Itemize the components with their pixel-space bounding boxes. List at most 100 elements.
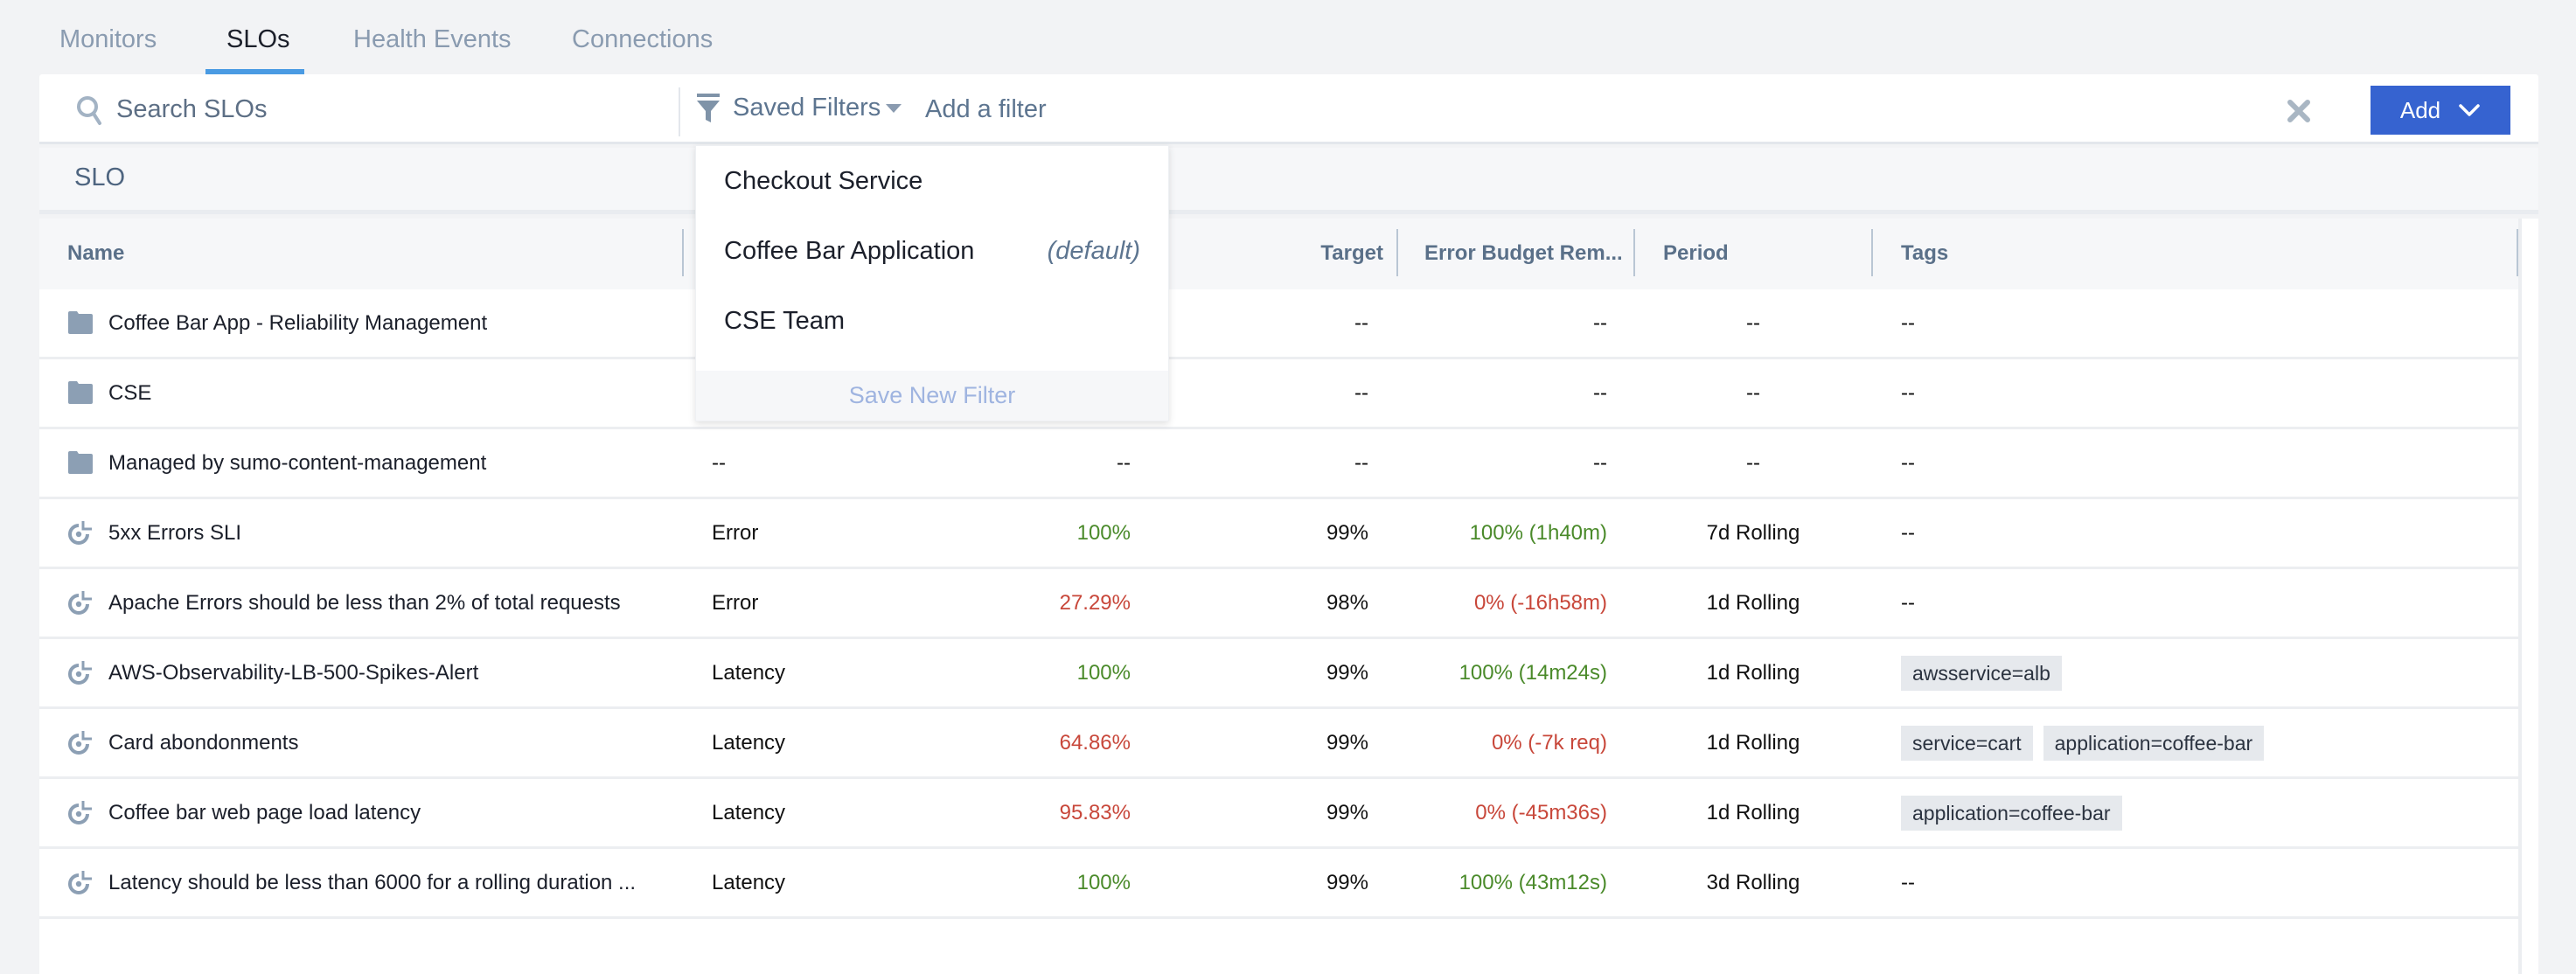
slo-error-budget: -- [1593, 310, 1607, 335]
tags-empty: -- [1901, 520, 1915, 545]
column-header-error-budget[interactable]: Error Budget Rem... [1424, 241, 1623, 266]
tab-monitors[interactable]: Monitors [59, 23, 157, 56]
tag-chip[interactable]: application=coffee-bar [2043, 725, 2265, 761]
column-header-period[interactable]: Period [1663, 241, 1729, 266]
column-header-name[interactable]: Name [67, 241, 124, 266]
table-row[interactable]: Apache Errors should be less than 2% of … [39, 569, 2518, 639]
slo-sli-value: 100% [1076, 660, 1131, 685]
chevron-down-icon [2459, 104, 2480, 116]
tag-chip[interactable]: awsservice=alb [1901, 655, 2062, 691]
table-row[interactable]: Coffee bar web page load latency Latency 9… [39, 779, 2518, 849]
slo-target: 98% [1326, 590, 1368, 615]
slo-target-icon [67, 800, 94, 824]
close-icon[interactable] [2286, 98, 2312, 124]
saved-filter-item[interactable]: Coffee Bar Application (default) [696, 216, 1168, 286]
saved-filters-menu: Checkout Service Coffee Bar Application … [695, 145, 1169, 421]
add-button[interactable]: Add [2371, 86, 2510, 135]
column-resizer[interactable] [1871, 229, 1873, 276]
slo-error-budget: -- [1593, 450, 1607, 475]
add-filter-input[interactable]: Add a filter [925, 92, 1047, 127]
slo-tags: awsservice=alb [1901, 639, 2062, 706]
tag-chip[interactable]: service=cart [1901, 725, 2033, 761]
saved-filters-button[interactable]: Saved Filters [733, 90, 881, 125]
saved-filter-item[interactable]: Checkout Service [696, 146, 1168, 216]
tab-connections[interactable]: Connections [572, 23, 713, 56]
table-row[interactable]: Managed by sumo-content-management -- -- --… [39, 429, 2518, 499]
table-row[interactable]: Coffee Bar App - Reliability Management -… [39, 289, 2518, 359]
slo-name[interactable]: CSE [108, 359, 151, 427]
slo-type: Latency [712, 800, 786, 824]
slo-name[interactable]: 5xx Errors SLI [108, 499, 241, 567]
section-header: SLO [39, 148, 2538, 214]
saved-filter-label: Checkout Service [724, 166, 923, 195]
add-button-label: Add [2399, 96, 2441, 123]
table-row[interactable]: Card abondonments Latency 64.86% 99% 0% (-7k… [39, 709, 2518, 779]
tab-slos[interactable]: SLOs [226, 23, 290, 56]
slo-tags: -- [1901, 849, 1915, 916]
default-badge: (default) [1047, 236, 1140, 265]
slo-target-icon [67, 730, 94, 755]
slo-target: -- [1354, 310, 1368, 335]
slo-target-icon [67, 520, 94, 545]
slo-period: 3d Rolling [1706, 870, 1800, 894]
slo-target: 99% [1326, 730, 1368, 755]
column-header-tags[interactable]: Tags [1901, 241, 1948, 266]
save-new-filter-button[interactable]: Save New Filter [696, 371, 1168, 421]
slo-sli-value: 95.83% [1059, 800, 1131, 824]
slo-error-budget: 100% (1h40m) [1469, 520, 1607, 545]
slo-name[interactable]: Latency should be less than 6000 for a r… [108, 849, 636, 916]
slo-target-icon [67, 660, 94, 685]
slo-tags: service=cart application=coffee-bar [1901, 709, 2265, 776]
table-row[interactable]: 5xx Errors SLI Error 100% 99% 100% (1h40m) 7d… [39, 499, 2518, 569]
caret-down-icon[interactable] [885, 103, 902, 114]
slo-tags: -- [1901, 359, 1915, 427]
slo-type: Latency [712, 870, 786, 894]
column-resizer[interactable] [1633, 229, 1635, 276]
tag-chip[interactable]: application=coffee-bar [1901, 795, 2122, 831]
table-row[interactable]: Latency should be less than 6000 for a r… [39, 849, 2518, 919]
slo-name[interactable]: Coffee bar web page load latency [108, 779, 421, 846]
slo-error-budget: -- [1593, 380, 1607, 405]
table-header: Name Target Error Budget Rem... Period T… [39, 219, 2518, 289]
slo-name[interactable]: Coffee Bar App - Reliability Management [108, 289, 487, 357]
slo-target-icon [67, 870, 94, 894]
slo-target: 99% [1326, 520, 1368, 545]
slo-error-budget: 0% (-16h58m) [1473, 590, 1607, 615]
slo-sli-value: 64.86% [1059, 730, 1131, 755]
column-resizer[interactable] [1396, 229, 1398, 276]
slo-name[interactable]: Card abondonments [108, 709, 298, 776]
slo-name[interactable]: Apache Errors should be less than 2% of … [108, 569, 621, 637]
slo-target: -- [1354, 380, 1368, 405]
search-input[interactable]: Search SLOs [116, 92, 267, 127]
slo-tags: -- [1901, 429, 1915, 497]
table-row[interactable]: AWS-Observability-LB-500-Spikes-Alert Lat… [39, 639, 2518, 709]
slo-name[interactable]: AWS-Observability-LB-500-Spikes-Alert [108, 639, 478, 706]
slo-period: 1d Rolling [1706, 730, 1800, 755]
tags-empty: -- [1901, 450, 1915, 475]
folder-icon [67, 310, 94, 335]
slo-tags: -- [1901, 289, 1915, 357]
slo-period: -- [1746, 450, 1760, 475]
slo-error-budget: 0% (-7k req) [1491, 730, 1607, 755]
table-right-edge [2518, 219, 2538, 974]
tags-empty: -- [1901, 310, 1915, 335]
column-header-target[interactable]: Target [1312, 241, 1383, 266]
saved-filter-label: Coffee Bar Application [724, 236, 975, 265]
column-resizer[interactable] [682, 229, 684, 276]
slo-error-budget: 100% (43m12s) [1459, 870, 1607, 894]
slo-type: Latency [712, 730, 786, 755]
tab-health-events[interactable]: Health Events [353, 23, 512, 56]
slo-type: Error [712, 520, 759, 545]
slo-sli-value: 100% [1076, 870, 1131, 894]
slo-name[interactable]: Managed by sumo-content-management [108, 429, 486, 497]
folder-icon [67, 450, 94, 475]
table-row[interactable]: CSE -- -- -- -- [39, 359, 2518, 429]
slo-target: 99% [1326, 870, 1368, 894]
slo-tags: -- [1901, 569, 1915, 637]
saved-filter-item[interactable]: CSE Team [696, 286, 1168, 356]
slo-tags: -- [1901, 499, 1915, 567]
slo-period: 1d Rolling [1706, 660, 1800, 685]
slo-table: Coffee Bar App - Reliability Management -… [39, 289, 2518, 974]
slo-type: Error [712, 590, 759, 615]
filter-bar [39, 74, 2538, 144]
